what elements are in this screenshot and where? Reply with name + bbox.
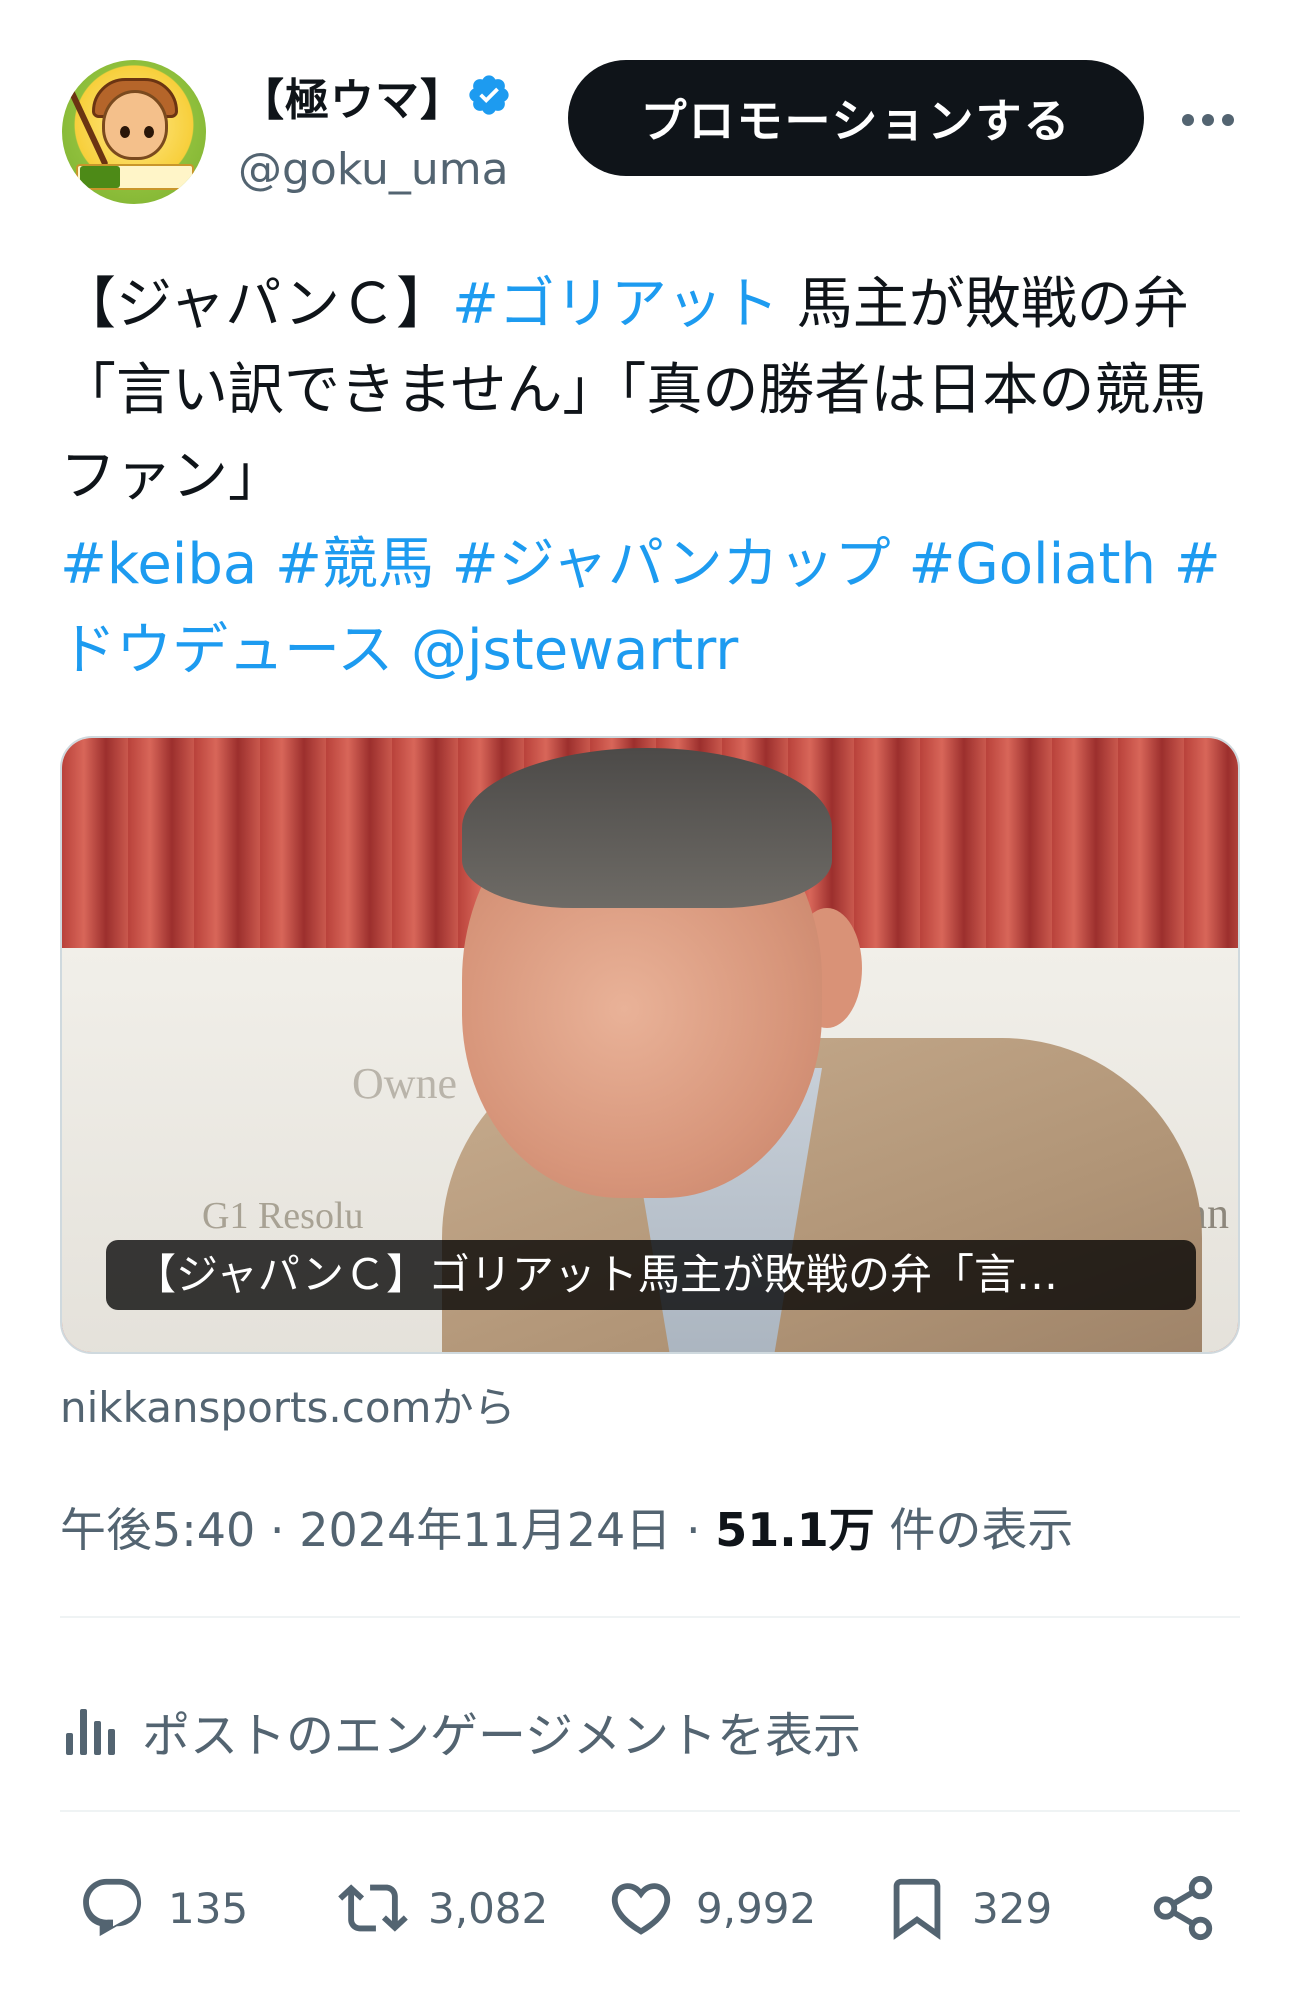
action-bar: 135 3,082 9,992 329 xyxy=(60,1868,1240,1948)
author-handle[interactable]: @goku_uma xyxy=(238,144,509,195)
dot xyxy=(1202,114,1214,126)
divider xyxy=(60,1616,1240,1618)
hashtag-goliath-jp[interactable]: #ゴリアット xyxy=(452,272,779,337)
tweet-hashtags[interactable]: #keiba #競馬 #ジャパンカップ #Goliath #ドウデュース @js… xyxy=(60,522,1240,694)
bar xyxy=(66,1733,73,1755)
tweet-text-part1: 【ジャパンＣ】 xyxy=(60,272,452,337)
bookmark-button[interactable]: 329 xyxy=(882,1868,1052,1948)
author-name[interactable]: 【極ウマ】 xyxy=(240,64,465,128)
reply-icon xyxy=(83,1878,142,1937)
tweet-time[interactable]: 午後5:40 xyxy=(60,1503,255,1557)
avatar-badge xyxy=(76,164,194,190)
share-button[interactable] xyxy=(1148,1868,1238,1948)
verified-badge-icon xyxy=(469,75,509,115)
reply-count: 135 xyxy=(168,1883,249,1933)
reply-button[interactable]: 135 xyxy=(78,1868,248,1948)
repost-button[interactable]: 3,082 xyxy=(338,1868,548,1948)
tweet-meta: 午後5:40 · 2024年11月24日 · 51.1万 件の表示 xyxy=(60,1503,1074,1557)
bookmark-count: 329 xyxy=(972,1883,1053,1933)
analytics-icon xyxy=(66,1707,118,1755)
promote-button[interactable]: プロモーションする xyxy=(568,60,1144,176)
like-button[interactable]: 9,992 xyxy=(606,1868,816,1948)
dot xyxy=(1222,114,1234,126)
link-card[interactable]: Owne G1 Resolu n Ullmann 【ジャパンＣ】ゴリアット馬主が… xyxy=(60,736,1240,1354)
share-icon xyxy=(1153,1875,1213,1941)
more-options-icon[interactable] xyxy=(1176,100,1240,140)
tweet-text: 【ジャパンＣ】#ゴリアット 馬主が敗戦の弁「言い訳できません」「真の勝者は日本の… xyxy=(60,262,1240,520)
repost-count: 3,082 xyxy=(428,1883,549,1933)
card-source[interactable]: nikkansports.comから xyxy=(60,1374,515,1435)
backdrop-text: G1 Resolu xyxy=(202,1195,364,1237)
engagement-label: ポストのエンゲージメントを表示 xyxy=(142,1708,862,1764)
view-label: 件の表示 xyxy=(889,1503,1074,1557)
tweet-date[interactable]: 2024年11月24日 xyxy=(299,1503,671,1557)
person-hair xyxy=(462,748,832,908)
view-count: 51.1万 xyxy=(715,1503,875,1557)
author-avatar[interactable] xyxy=(62,60,206,204)
view-engagements-link[interactable]: ポストのエンゲージメントを表示 xyxy=(66,1696,861,1766)
bar xyxy=(80,1709,87,1755)
backdrop-text: Owne xyxy=(352,1059,458,1108)
avatar-eye xyxy=(120,126,130,138)
avatar-face xyxy=(102,90,168,160)
bookmark-icon xyxy=(893,1878,941,1940)
divider xyxy=(60,1810,1240,1812)
bar xyxy=(108,1729,115,1755)
avatar-badge-logo xyxy=(80,166,120,188)
card-caption: 【ジャパンＣ】ゴリアット馬主が敗戦の弁「言… xyxy=(106,1240,1196,1310)
dot xyxy=(1182,114,1194,126)
repost-icon xyxy=(338,1884,408,1932)
heart-icon xyxy=(611,1883,671,1935)
avatar-eye xyxy=(144,126,154,138)
like-count: 9,992 xyxy=(696,1883,817,1933)
bar xyxy=(94,1721,101,1755)
